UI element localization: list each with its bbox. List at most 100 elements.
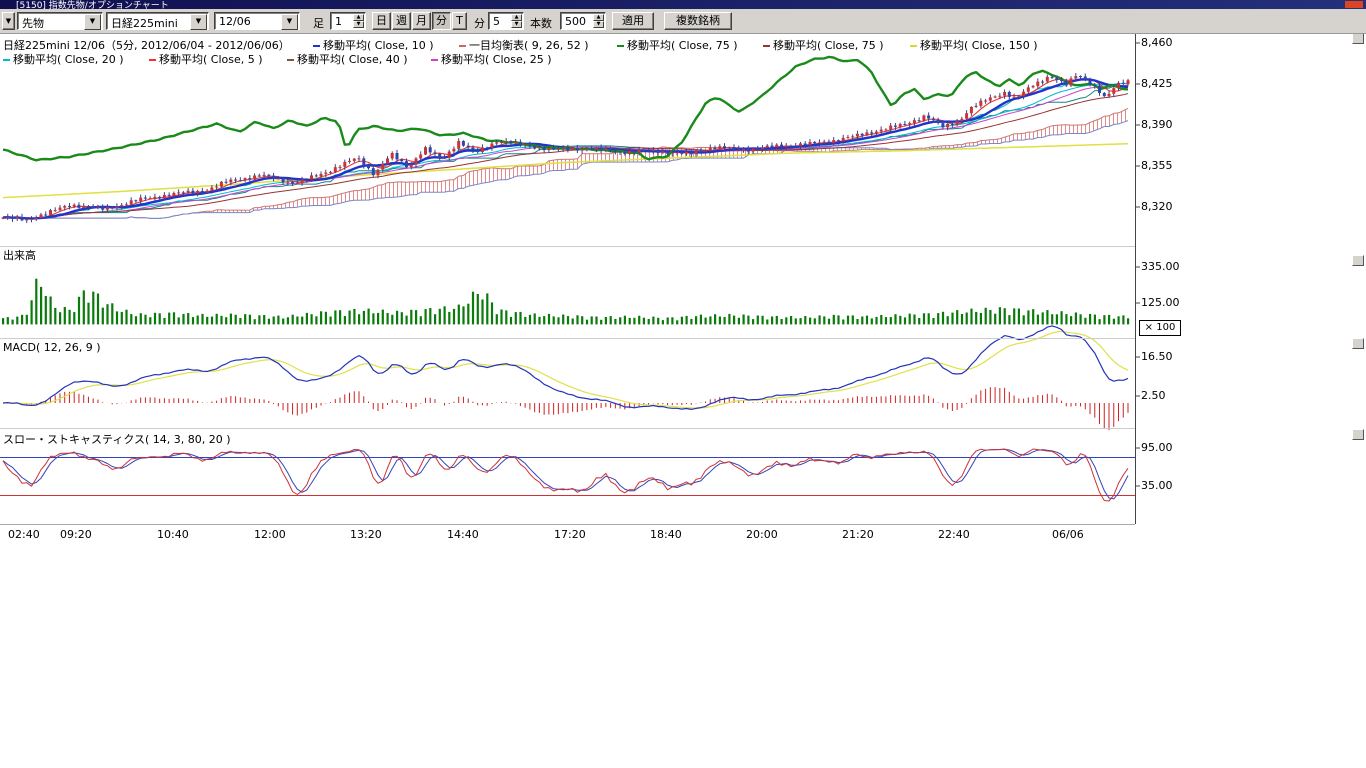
- period-day-button[interactable]: 日: [372, 12, 391, 30]
- panel-resize-handle[interactable]: [1352, 429, 1364, 440]
- volume-bar: [211, 317, 213, 325]
- volume-bar: [681, 317, 683, 325]
- bar-count-spinner[interactable]: 1 ▲▼: [330, 12, 366, 30]
- candle: [557, 149, 560, 150]
- candle: [889, 126, 892, 130]
- volume-bar: [1094, 315, 1096, 325]
- candle: [785, 146, 788, 147]
- candle: [358, 158, 361, 159]
- candle: [519, 142, 522, 145]
- volume-bar: [458, 305, 460, 325]
- macd-panel-label: MACD( 12, 26, 9 ): [3, 341, 101, 354]
- multi-symbol-button[interactable]: 複数銘柄: [664, 12, 732, 30]
- volume-bar: [557, 317, 559, 324]
- spin-up-icon[interactable]: ▲: [511, 14, 522, 21]
- candle: [590, 149, 593, 150]
- volume-bar: [1042, 312, 1044, 324]
- volume-bar: [40, 287, 42, 325]
- volume-bar: [942, 312, 944, 325]
- volume-bar: [842, 320, 844, 325]
- volume-bar: [45, 296, 47, 324]
- candle: [1022, 92, 1025, 97]
- bars-count-spinner[interactable]: 500 ▲▼: [560, 12, 606, 30]
- panel-resize-handle[interactable]: [1352, 338, 1364, 349]
- chevron-down-icon[interactable]: ▼: [190, 14, 207, 30]
- spinner-arrows: ▲▼: [593, 14, 604, 28]
- candle: [690, 152, 693, 154]
- candle: [163, 195, 166, 198]
- volume-bar: [890, 317, 892, 324]
- candle: [638, 150, 641, 153]
- candle: [585, 149, 588, 150]
- period-tick-button[interactable]: T: [452, 12, 467, 30]
- volume-bar: [2, 318, 4, 324]
- candle: [571, 148, 574, 150]
- candle: [1065, 81, 1068, 86]
- spin-down-icon[interactable]: ▼: [593, 21, 604, 28]
- volume-bar: [320, 311, 322, 324]
- spin-up-icon[interactable]: ▲: [593, 14, 604, 21]
- candle: [1046, 77, 1049, 82]
- volume-bar: [724, 317, 726, 324]
- legend-swatch: [149, 59, 156, 61]
- volume-bar: [676, 320, 678, 324]
- volume-bar: [1089, 314, 1091, 325]
- volume-bar: [306, 313, 308, 325]
- candle: [979, 101, 982, 106]
- volume-bar: [201, 314, 203, 325]
- volume-bar: [776, 316, 778, 325]
- volume-bar: [268, 319, 270, 325]
- candle: [533, 146, 536, 148]
- candle: [353, 159, 356, 161]
- volume-bar: [496, 314, 498, 324]
- volume-bar: [7, 317, 9, 324]
- period-minute-button[interactable]: 分: [432, 12, 451, 30]
- volume-bar: [467, 304, 469, 325]
- volume-bar: [192, 317, 194, 324]
- volume-bar: [1070, 316, 1072, 324]
- symbol-select[interactable]: 日経225mini ▼: [106, 12, 209, 30]
- candle: [457, 141, 460, 149]
- time-axis-label: 20:00: [746, 528, 778, 541]
- minute-spinner[interactable]: 5 ▲▼: [488, 12, 524, 30]
- spin-up-icon[interactable]: ▲: [353, 14, 364, 21]
- candle: [172, 193, 175, 196]
- candle: [486, 147, 489, 148]
- contract-month-select[interactable]: 12/06 ▼: [214, 12, 300, 30]
- volume-bar: [311, 314, 313, 324]
- volume-bar: [282, 319, 284, 325]
- spin-down-icon[interactable]: ▼: [511, 21, 522, 28]
- category-select[interactable]: 先物 ▼: [17, 12, 103, 30]
- panel-resize-handle[interactable]: [1352, 33, 1364, 44]
- candle: [234, 180, 237, 181]
- chart-plot-area[interactable]: [0, 0, 1366, 768]
- candle: [225, 182, 228, 183]
- candle: [823, 142, 826, 143]
- period-week-button[interactable]: 週: [392, 12, 411, 30]
- candle: [106, 207, 109, 210]
- panel-resize-handle[interactable]: [1352, 255, 1364, 266]
- chevron-down-icon[interactable]: ▼: [281, 14, 298, 30]
- apply-button[interactable]: 適用: [612, 12, 654, 30]
- candle: [49, 210, 52, 215]
- period-month-button[interactable]: 月: [412, 12, 431, 30]
- volume-bar: [168, 313, 170, 325]
- candle: [96, 207, 99, 208]
- candle: [54, 210, 57, 211]
- candle: [842, 138, 845, 141]
- chevron-down-icon[interactable]: ▼: [84, 14, 101, 30]
- time-axis-label: 12:00: [254, 528, 286, 541]
- left-dropdown-button[interactable]: ▼: [2, 12, 15, 30]
- spin-down-icon[interactable]: ▼: [353, 21, 364, 28]
- volume-bar: [425, 309, 427, 324]
- legend-item: 移動平均( Close, 40 ): [287, 51, 408, 67]
- volume-bar: [372, 313, 374, 324]
- candle: [799, 144, 802, 147]
- candle: [960, 119, 963, 121]
- volume-bar: [12, 320, 14, 325]
- volume-bar: [928, 313, 930, 324]
- volume-bar: [652, 317, 654, 325]
- candle: [139, 198, 142, 201]
- close-icon[interactable]: [1345, 1, 1363, 8]
- volume-bar: [220, 316, 222, 325]
